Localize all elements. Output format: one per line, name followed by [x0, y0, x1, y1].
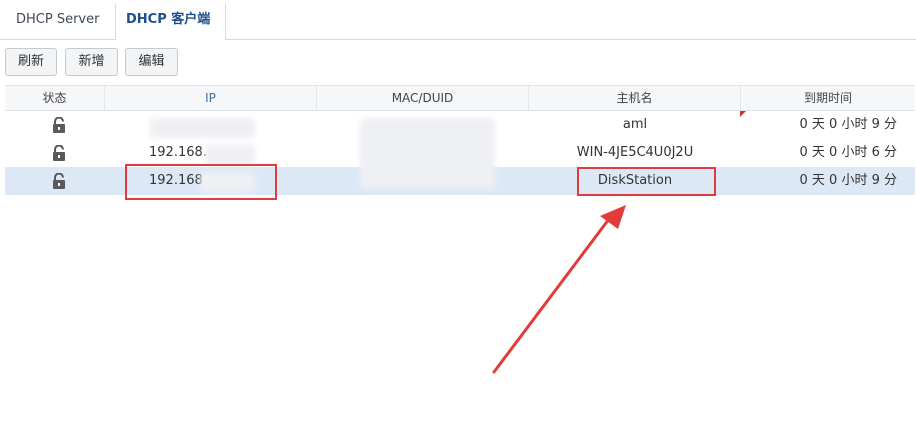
annotation-arrow	[492, 205, 626, 374]
